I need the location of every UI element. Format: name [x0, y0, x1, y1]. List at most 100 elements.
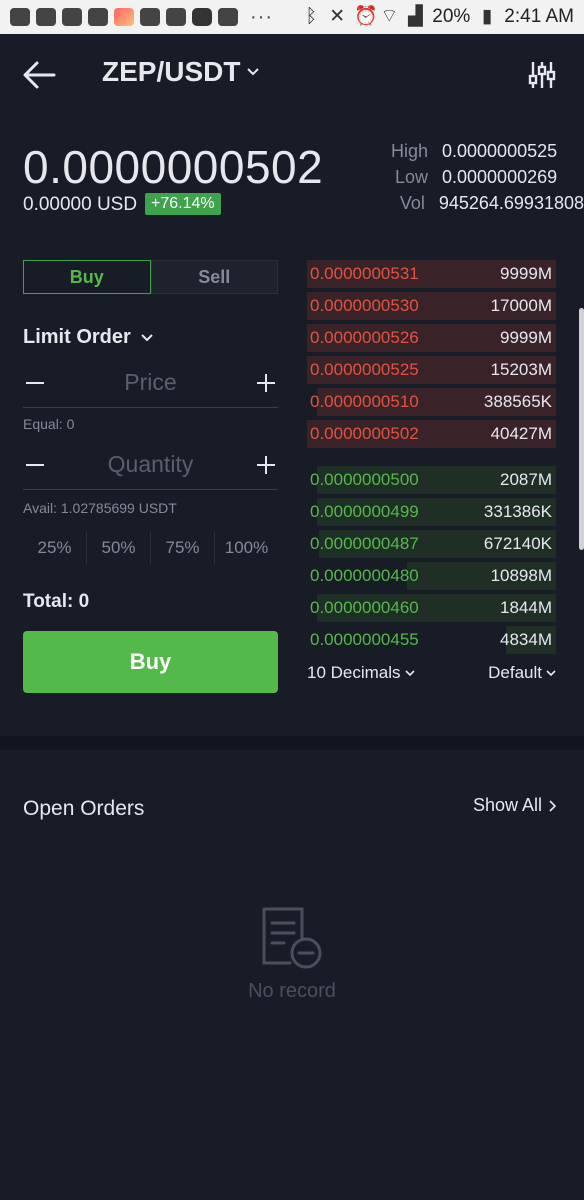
price-increment-button[interactable] — [254, 371, 278, 395]
equal-hint: Equal: 0 — [23, 416, 75, 432]
order-book: 0.0000000531 9999M 0.0000000530 17000M 0.000… — [307, 258, 556, 656]
ask-row[interactable]: 0.0000000531 9999M — [307, 258, 556, 290]
pct-75-button[interactable]: 75% — [151, 532, 215, 564]
signal-icon: ▟ — [407, 6, 423, 27]
ask-price: 0.0000000510 — [310, 392, 419, 411]
pct-100-button[interactable]: 100% — [215, 532, 278, 564]
bid-amount: 672140K — [483, 534, 552, 553]
order-total: Total: 0 — [23, 591, 90, 612]
open-orders-title: Open Orders — [23, 797, 145, 820]
depth-mode-selector[interactable]: Default — [488, 663, 556, 683]
trade-side-tabs: Buy Sell — [23, 260, 278, 294]
quantity-input[interactable]: Quantity — [47, 451, 254, 478]
twitter-icon — [218, 8, 238, 26]
bluetooth-icon: ᛒ — [305, 6, 317, 27]
ask-price: 0.0000000502 — [310, 424, 419, 443]
app-notification-icon — [88, 8, 108, 26]
tab-sell[interactable]: Sell — [150, 260, 278, 294]
clock: 2:41 AM — [504, 6, 574, 27]
depth-mode-label: Default — [488, 663, 542, 682]
ask-price: 0.0000000526 — [310, 328, 419, 347]
usd-price: 0.00000 USD — [23, 194, 138, 215]
app-notification-icon — [140, 8, 160, 26]
battery-level: 20% — [432, 6, 471, 27]
price-decrement-button[interactable] — [23, 371, 47, 395]
price-input[interactable]: Price — [47, 369, 254, 396]
pair-selector[interactable]: ZEP/USDT — [102, 56, 260, 88]
no-record-icon — [262, 907, 322, 969]
low-label: Low — [394, 167, 428, 187]
ask-price: 0.0000000530 — [310, 296, 419, 315]
ask-amount: 15203M — [490, 360, 552, 379]
chevron-right-icon — [549, 799, 556, 812]
bid-price: 0.0000000455 — [310, 630, 419, 649]
quantity-increment-button[interactable] — [254, 453, 278, 477]
app-notification-icon — [62, 8, 82, 26]
bid-row[interactable]: 0.0000000500 2087M — [307, 464, 556, 496]
ask-amount: 40427M — [490, 424, 552, 443]
ask-amount: 9999M — [500, 328, 552, 347]
ask-row[interactable]: 0.0000000530 17000M — [307, 290, 556, 322]
chevron-down-icon — [141, 333, 153, 341]
back-arrow-icon[interactable] — [22, 60, 56, 90]
chevron-down-icon — [404, 670, 415, 677]
chevron-down-icon — [546, 670, 556, 677]
system-icons: ᛒ ✕ ⏰ ⌔ ▟ 20% ▮ 2:41 AM — [302, 6, 574, 28]
change-badge: +76.14% — [145, 193, 221, 215]
bid-price: 0.0000000500 — [310, 470, 419, 489]
bid-amount: 4834M — [500, 630, 552, 649]
show-all-label: Show All — [472, 795, 542, 815]
decimals-label: 10 Decimals — [307, 663, 401, 682]
ask-amount: 17000M — [490, 296, 552, 315]
high-value: 0.0000000525 — [442, 141, 558, 161]
order-type-label: Limit Order — [23, 326, 131, 348]
youtube-icon — [192, 8, 212, 26]
tab-buy[interactable]: Buy — [23, 260, 151, 294]
bid-row[interactable]: 0.0000000480 10898M — [307, 560, 556, 592]
chart-settings-icon[interactable] — [528, 60, 556, 90]
app-header: ZEP/USDT — [0, 34, 584, 120]
ask-amount: 388565K — [483, 392, 552, 411]
pct-50-button[interactable]: 50% — [87, 532, 151, 564]
bid-row[interactable]: 0.0000000455 4834M — [307, 624, 556, 656]
mute-icon: ✕ — [329, 6, 346, 27]
pair-name: ZEP/USDT — [102, 56, 241, 87]
app-notification-icon — [36, 8, 56, 26]
bid-row[interactable]: 0.0000000460 1844M — [307, 592, 556, 624]
ask-row[interactable]: 0.0000000526 9999M — [307, 322, 556, 354]
quantity-field: Quantity — [23, 440, 278, 490]
alarm-icon: ⏰ — [354, 6, 378, 27]
ask-amount: 9999M — [500, 264, 552, 283]
decimals-selector[interactable]: 10 Decimals — [307, 663, 415, 683]
ask-row[interactable]: 0.0000000502 40427M — [307, 418, 556, 450]
status-bar: ··· ᛒ ✕ ⏰ ⌔ ▟ 20% ▮ 2:41 AM — [0, 0, 584, 34]
section-divider — [0, 736, 584, 750]
bid-row[interactable]: 0.0000000499 331386K — [307, 496, 556, 528]
ask-row[interactable]: 0.0000000525 15203M — [307, 354, 556, 386]
vol-label: Vol — [399, 193, 425, 213]
show-all-link[interactable]: Show All — [473, 795, 556, 816]
bid-amount: 331386K — [483, 502, 552, 521]
ask-price: 0.0000000525 — [310, 360, 419, 379]
order-book-footer: 10 Decimals Default — [307, 663, 556, 683]
available-balance: Avail: 1.02785699 USDT — [23, 500, 177, 516]
bid-price: 0.0000000487 — [310, 534, 419, 553]
ask-row[interactable]: 0.0000000510 388565K — [307, 386, 556, 418]
vol-value: 945264.69931808 — [438, 193, 584, 213]
bid-amount: 2087M — [500, 470, 552, 489]
heart-app-icon — [114, 8, 134, 26]
app-notification-icon — [10, 8, 30, 26]
bid-row[interactable]: 0.0000000487 672140K — [307, 528, 556, 560]
order-type-selector[interactable]: Limit Order — [23, 326, 153, 349]
bid-amount: 1844M — [500, 598, 552, 617]
battery-icon: ▮ — [482, 6, 493, 27]
low-value: 0.0000000269 — [442, 167, 558, 187]
pct-25-button[interactable]: 25% — [23, 532, 87, 564]
chevron-down-icon — [247, 68, 260, 76]
price-field: Price — [23, 358, 278, 408]
buy-button[interactable]: Buy — [23, 631, 278, 693]
bid-amount: 10898M — [490, 566, 552, 585]
no-record-text: No record — [248, 980, 336, 1002]
scrollbar[interactable] — [579, 308, 584, 550]
quantity-decrement-button[interactable] — [23, 453, 47, 477]
